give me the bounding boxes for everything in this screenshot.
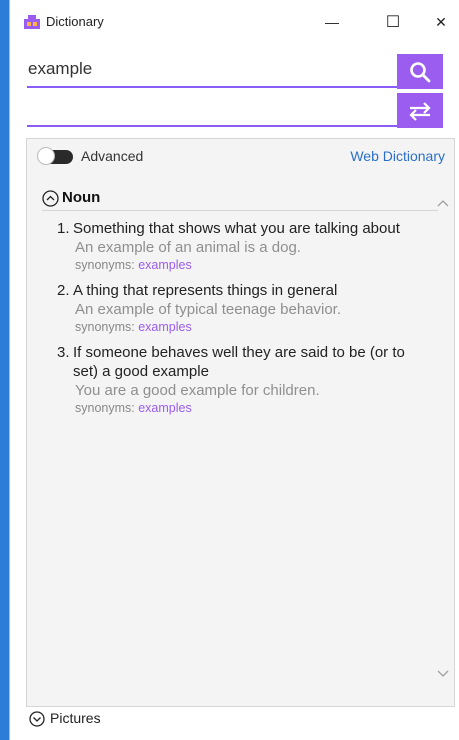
synonyms-line: synonyms: examples [57, 257, 433, 274]
synonyms-label: synonyms: [75, 401, 139, 415]
dictionary-window: Dictionary — ☐ ✕ example Advanced Web Di… [9, 0, 459, 740]
close-icon: ✕ [435, 13, 447, 30]
minimize-icon: — [325, 14, 339, 30]
target-row [27, 93, 454, 129]
synonym-link[interactable]: examples [138, 258, 192, 272]
toggle-knob [37, 147, 55, 165]
definition-text: A thing that represents things in genera… [73, 282, 338, 299]
title-bar: Dictionary — ☐ ✕ [10, 0, 459, 42]
close-button[interactable]: ✕ [421, 9, 459, 35]
definition-item: 2. A thing that represents things in gene… [57, 281, 433, 336]
synonym-link[interactable]: examples [138, 401, 192, 415]
swap-icon [409, 101, 431, 121]
target-input[interactable] [27, 93, 397, 127]
section-title: Noun [62, 189, 101, 206]
results-panel: Advanced Web Dictionary Noun 1. Something… [26, 138, 455, 730]
synonyms-label: synonyms: [75, 258, 139, 272]
web-dictionary-link[interactable]: Web Dictionary [350, 148, 445, 164]
advanced-toggle[interactable] [37, 147, 73, 165]
definition-number: 1. [57, 220, 70, 237]
minimize-button[interactable]: — [312, 9, 352, 35]
search-row [27, 54, 454, 90]
definition-number: 3. [57, 344, 70, 361]
search-icon [410, 61, 431, 82]
swap-button[interactable] [397, 93, 443, 128]
definition-line: 1. Something that shows what you are talk… [57, 219, 433, 238]
pictures-label: Pictures [50, 710, 101, 726]
chevron-down-icon [437, 670, 449, 677]
definition-line: 3. If someone behaves well they are said … [57, 343, 433, 381]
definition-number: 2. [57, 282, 70, 299]
definition-line: 2. A thing that represents things in gene… [57, 281, 433, 300]
noun-section-header[interactable]: Noun [42, 189, 438, 211]
synonyms-line: synonyms: examples [57, 400, 433, 417]
definition-item: 3. If someone behaves well they are said … [57, 343, 433, 417]
example-text: You are a good example for children. [75, 382, 320, 399]
search-button[interactable] [397, 54, 443, 89]
definition-item: 1. Something that shows what you are talk… [57, 219, 433, 274]
synonyms-line: synonyms: examples [57, 319, 433, 336]
definitions-list: 1. Something that shows what you are talk… [57, 219, 433, 424]
scroll-up-arrow[interactable] [437, 196, 449, 210]
window-title: Dictionary [46, 14, 104, 29]
example-text: An example of typical teenage behavior. [75, 301, 342, 318]
definition-text: Something that shows what you are talkin… [73, 220, 400, 237]
collapse-icon [42, 190, 59, 207]
scroll-down-arrow[interactable] [437, 667, 449, 681]
maximize-icon: ☐ [385, 14, 401, 31]
example-text: An example of an animal is a dog. [75, 239, 301, 256]
app-icon [24, 15, 40, 29]
chevron-up-icon [437, 200, 449, 207]
expand-icon [29, 711, 45, 727]
definition-text: If someone behaves well they are said to… [73, 344, 405, 380]
pictures-section-header[interactable]: Pictures [26, 706, 455, 730]
maximize-button[interactable]: ☐ [373, 9, 413, 35]
synonyms-label: synonyms: [75, 320, 139, 334]
search-input[interactable] [27, 54, 397, 88]
synonym-link[interactable]: examples [138, 320, 192, 334]
advanced-label: Advanced [81, 148, 144, 164]
